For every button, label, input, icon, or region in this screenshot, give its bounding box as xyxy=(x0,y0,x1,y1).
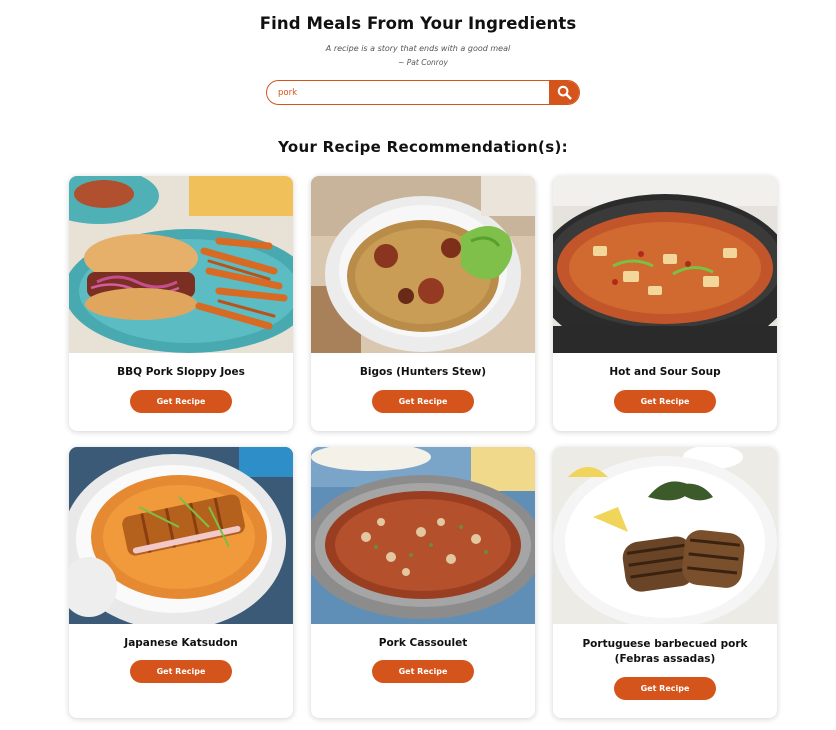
get-recipe-button[interactable]: Get Recipe xyxy=(372,390,474,413)
recipe-image xyxy=(311,447,535,624)
recipe-card: Hot and Sour Soup Get Recipe xyxy=(553,176,777,431)
get-recipe-button[interactable]: Get Recipe xyxy=(130,390,232,413)
recipe-card: Pork Cassoulet Get Recipe xyxy=(311,447,535,718)
recipe-name: Pork Cassoulet xyxy=(378,637,468,649)
recipe-image xyxy=(553,447,777,624)
search-icon xyxy=(557,85,572,100)
search-input[interactable] xyxy=(267,81,549,104)
recipe-name: Bigos (Hunters Stew) xyxy=(359,366,487,378)
page-title: Find Meals From Your Ingredients xyxy=(259,14,577,33)
recipe-name: Hot and Sour Soup xyxy=(609,366,721,378)
recipe-image xyxy=(311,176,535,353)
results-heading: Your Recipe Recommendation(s): xyxy=(278,138,568,156)
recipe-name: Japanese Katsudon xyxy=(124,637,238,649)
page: Find Meals From Your Ingredients A recip… xyxy=(0,0,836,730)
quote-author: ~ Pat Conroy xyxy=(398,58,448,67)
recipe-image xyxy=(69,447,293,624)
search-bar xyxy=(266,80,580,105)
quote-text: A recipe is a story that ends with a goo… xyxy=(325,44,511,53)
recipe-image xyxy=(553,176,777,353)
get-recipe-button[interactable]: Get Recipe xyxy=(130,660,232,683)
get-recipe-button[interactable]: Get Recipe xyxy=(372,660,474,683)
recipe-name: BBQ Pork Sloppy Joes xyxy=(117,366,245,378)
recipe-card: BBQ Pork Sloppy Joes Get Recipe xyxy=(69,176,293,431)
get-recipe-button[interactable]: Get Recipe xyxy=(614,677,716,700)
recipe-card: Portuguese barbecued pork (Febras assada… xyxy=(553,447,777,718)
search-button[interactable] xyxy=(549,81,579,104)
recipe-card: Japanese Katsudon Get Recipe xyxy=(69,447,293,718)
recipe-card: Bigos (Hunters Stew) Get Recipe xyxy=(311,176,535,431)
recipe-image xyxy=(69,176,293,353)
get-recipe-button[interactable]: Get Recipe xyxy=(614,390,716,413)
recipe-name: Portuguese barbecued pork (Febras assada… xyxy=(582,638,748,665)
